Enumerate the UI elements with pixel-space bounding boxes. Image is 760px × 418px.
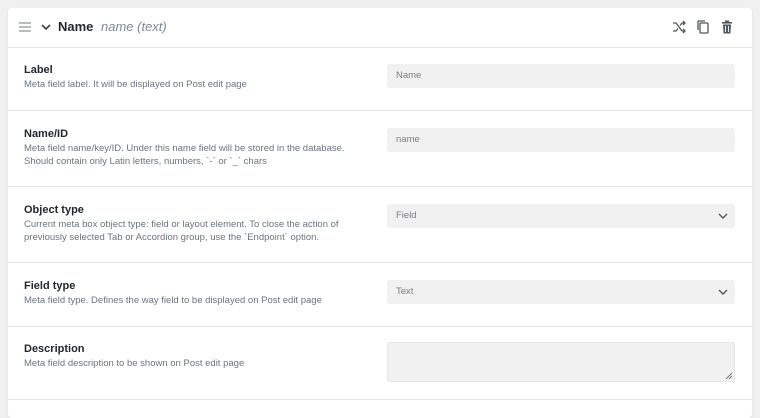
chevron-down-icon <box>718 213 728 219</box>
row-label: Label <box>24 64 53 76</box>
field-header[interactable]: Name name (text) <box>8 8 752 48</box>
field-row-description: Description Meta field description to be… <box>8 327 752 400</box>
field-type-select[interactable]: Text <box>387 280 735 304</box>
name-id-input[interactable]: name <box>387 128 735 152</box>
copy-icon[interactable] <box>695 19 711 35</box>
field-title: Name <box>58 19 94 34</box>
select-value: Field <box>396 210 417 221</box>
row-description: Current meta box object type: field or l… <box>24 219 339 243</box>
field-row-field-type: Field type Meta field type. Defines the … <box>8 263 752 327</box>
row-description: Meta field name/key/ID. Under this name … <box>24 143 345 167</box>
row-label: Description <box>24 343 85 355</box>
row-label: Field type <box>24 280 76 292</box>
label-input[interactable]: Name <box>387 64 735 88</box>
field-row-object-type: Object type Current meta box object type… <box>8 187 752 263</box>
trash-icon[interactable] <box>719 19 735 35</box>
row-label: Object type <box>24 204 84 216</box>
shuffle-icon[interactable] <box>671 19 687 35</box>
field-row-label: Label Meta field label. It will be displ… <box>8 48 752 111</box>
drag-handle-icon[interactable] <box>19 22 31 32</box>
chevron-down-icon <box>718 289 728 295</box>
select-value: Text <box>396 286 414 297</box>
object-type-select[interactable]: Field <box>387 204 735 228</box>
row-description: Meta field label. It will be displayed o… <box>24 79 247 90</box>
chevron-down-icon[interactable] <box>39 20 53 34</box>
row-description: Meta field description to be shown on Po… <box>24 358 245 369</box>
description-textarea[interactable] <box>387 342 735 382</box>
row-label: Name/ID <box>24 128 69 140</box>
field-subtitle: name (text) <box>101 19 167 34</box>
row-description: Meta field type. Defines the way field t… <box>24 295 322 306</box>
meta-field-card: Name name (text) Label Meta field label.… <box>8 8 752 418</box>
field-row-name-id: Name/ID Meta field name/key/ID. Under th… <box>8 111 752 187</box>
resize-handle-icon[interactable] <box>725 372 732 379</box>
